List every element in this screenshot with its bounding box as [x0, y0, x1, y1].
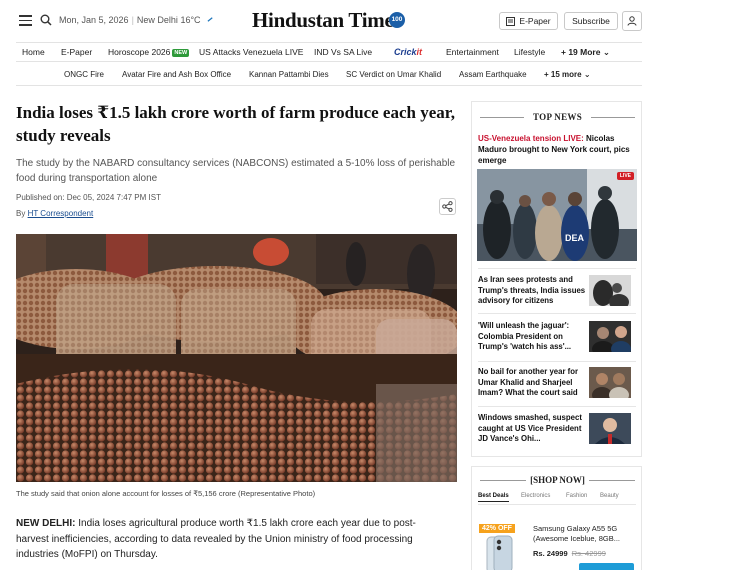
article-summary: The study by the NABARD consultancy serv…: [16, 158, 456, 184]
top-news-story[interactable]: As Iran sees protests and Trump's threat…: [478, 275, 638, 315]
menu-icon[interactable]: [19, 15, 32, 26]
nav-more[interactable]: + 19 More ⌄: [561, 47, 610, 58]
trending-avatar[interactable]: Avatar Fire and Ash Box Office: [122, 70, 231, 79]
story-thumbnail: [589, 413, 631, 444]
crickit-logo-a: Crick: [394, 47, 417, 57]
temperature: 16°C: [180, 15, 201, 25]
author-link[interactable]: HT Correspondent: [28, 209, 94, 218]
shop-tab-fashion[interactable]: Fashion: [566, 493, 587, 499]
trending-more[interactable]: + 15 more ⌄: [544, 70, 591, 79]
trending-more-label: + 15 more: [544, 70, 582, 79]
trending-nav: ONGC Fire Avatar Fire and Ash Box Office…: [16, 64, 642, 86]
published-date: Published on: Dec 05, 2024 7:47 PM IST: [16, 193, 161, 202]
shop-tab-best-deals[interactable]: Best Deals: [478, 493, 509, 502]
nav-crickit[interactable]: Crickit: [394, 47, 422, 57]
trending-kannan[interactable]: Kannan Pattambi Dies: [249, 70, 329, 79]
shop-tab-beauty[interactable]: Beauty: [600, 493, 619, 499]
divider: [478, 268, 636, 269]
nav-epaper[interactable]: E-Paper: [61, 47, 92, 57]
location: New Delhi: [136, 15, 178, 25]
divider: [478, 313, 636, 314]
story-thumbnail: [589, 367, 631, 398]
trending-sc-verdict[interactable]: SC Verdict on Umar Khalid: [346, 70, 441, 79]
weather-icon: [207, 17, 213, 22]
user-account-button[interactable]: [622, 11, 642, 31]
top-news-panel: TOP NEWS US-Venezuela tension LIVE: Nico…: [471, 101, 642, 457]
shop-tabs: Best Deals Electronics Fashion Beauty: [478, 492, 636, 505]
epaper-label: E-Paper: [519, 16, 551, 26]
top-bar: Mon, Jan 5, 2026 | New Delhi 16°C Hindusta…: [0, 0, 750, 42]
story-headline: As Iran sees protests and Trump's threat…: [478, 275, 586, 306]
nav-us-attacks[interactable]: US Attacks Venezuela LIVE: [199, 47, 303, 57]
top-news-lead-headline[interactable]: US-Venezuela tension LIVE: Nicolas Madur…: [478, 133, 638, 166]
photo-caption: The study said that onion alone account …: [16, 489, 316, 498]
top-news-title: TOP NEWS: [472, 112, 643, 122]
divider: [478, 361, 636, 362]
phone-product-image[interactable]: [484, 535, 514, 570]
story-thumbnail: [589, 275, 631, 306]
share-icon: [442, 201, 453, 212]
live-badge: LIVE: [616, 172, 634, 180]
nav-horoscope-label: Horoscope 2026: [108, 47, 171, 57]
search-icon[interactable]: [40, 14, 52, 26]
epaper-button[interactable]: E-Paper: [499, 12, 558, 30]
product-name[interactable]: Samsung Galaxy A55 5G (Awesome Iceblue, …: [533, 524, 631, 544]
trending-assam[interactable]: Assam Earthquake: [459, 70, 527, 79]
article-photo: [16, 234, 457, 482]
story-headline: 'Will unleash the jaguar': Colombia Pres…: [478, 321, 572, 352]
story-headline: No bail for another year for Umar Khalid…: [478, 367, 579, 398]
top-news-story[interactable]: Windows smashed, suspect caught at US Vi…: [478, 413, 638, 453]
divider: [478, 406, 636, 407]
shop-now-title: [SHOP NOW]: [472, 475, 643, 485]
article-body: NEW DELHI: India loses agricultural prod…: [16, 516, 436, 563]
date-weather: Mon, Jan 5, 2026 | New Delhi 16°C: [59, 15, 214, 25]
shop-now-panel: [SHOP NOW] Best Deals Electronics Fashio…: [471, 466, 642, 570]
nav-horoscope[interactable]: Horoscope 2026 NEW: [108, 47, 190, 57]
user-icon: [627, 16, 637, 26]
nav-entertainment[interactable]: Entertainment: [446, 47, 499, 57]
shop-tab-electronics[interactable]: Electronics: [521, 493, 550, 499]
trending-ongc-fire[interactable]: ONGC Fire: [64, 70, 104, 79]
dea-vest-text: DEA: [565, 233, 585, 243]
nav-lifestyle[interactable]: Lifestyle: [514, 47, 545, 57]
top-news-lead-photo[interactable]: DEA LIVE: [477, 169, 637, 261]
lead-headline-prefix: US-Venezuela tension LIVE:: [478, 134, 587, 143]
current-date: Mon, Jan 5, 2026: [59, 15, 129, 25]
nav-more-label: + 19 More: [561, 47, 601, 57]
byline-prefix: By: [16, 209, 28, 218]
maduro-escort-image: DEA: [477, 169, 637, 261]
nav-ind-sa[interactable]: IND Vs SA Live: [314, 47, 372, 57]
site-logo[interactable]: Hindustan Times: [252, 8, 402, 33]
primary-nav: Home E-Paper Horoscope 2026 NEW US Attack…: [16, 42, 642, 62]
crickit-logo-b: it: [416, 47, 423, 57]
article-body-text: India loses agricultural produce worth ₹…: [16, 518, 416, 560]
chevron-down-icon: ⌄: [602, 47, 610, 57]
article-headline: India loses ₹1.5 lakh crore worth of far…: [16, 103, 456, 145]
top-news-story[interactable]: 'Will unleash the jaguar': Colombia Pres…: [478, 321, 638, 361]
story-thumbnail: [589, 321, 631, 352]
chevron-down-icon: ⌄: [583, 70, 591, 79]
top-news-story[interactable]: No bail for another year for Umar Khalid…: [478, 367, 638, 407]
product-price: Rs. 24999 Rs. 42999: [533, 549, 606, 558]
sale-price: Rs. 24999: [533, 549, 568, 558]
anniversary-badge: 100: [389, 12, 405, 28]
dateline: NEW DELHI:: [16, 518, 76, 529]
discount-badge: 42% OFF: [479, 524, 515, 533]
newspaper-icon: [506, 16, 516, 26]
mrp-price: Rs. 42999: [571, 549, 606, 558]
share-button[interactable]: [439, 198, 456, 215]
subscribe-button[interactable]: Subscribe: [564, 12, 618, 30]
nav-home[interactable]: Home: [22, 47, 45, 57]
story-headline: Windows smashed, suspect caught at US Vi…: [478, 413, 582, 444]
buy-now-button[interactable]: [579, 563, 634, 570]
onion-sacks-image: [16, 234, 457, 482]
new-badge: NEW: [172, 49, 190, 57]
byline: By HT Correspondent: [16, 209, 93, 218]
